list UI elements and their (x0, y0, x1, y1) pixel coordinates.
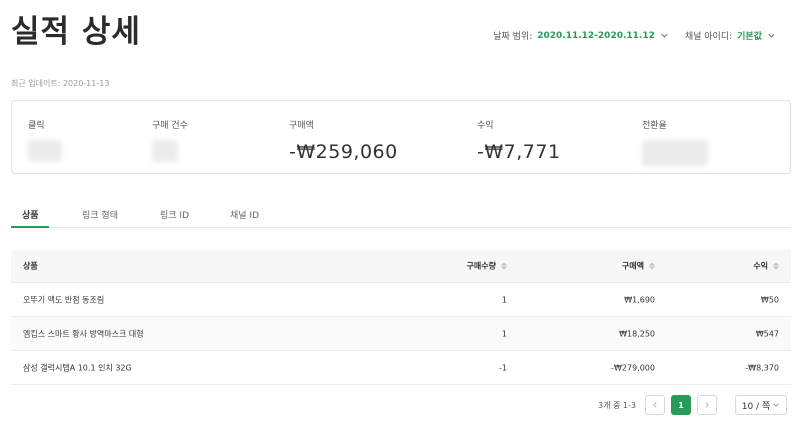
pagination: 3개 중 1-3 1 10 / 쪽 (598, 395, 787, 415)
tab-bar: 상품 링크 형태 링크 ID 채널 ID (11, 200, 791, 228)
chevron-down-icon[interactable] (767, 31, 776, 40)
table-header: 상품 구매수량 구매액 수익 (11, 250, 791, 283)
chevron-down-icon[interactable] (660, 31, 669, 40)
chevron-left-icon (653, 402, 657, 408)
cell-amount: -₩279,000 (611, 363, 655, 372)
blurred-value (28, 140, 62, 162)
page-title: 실적 상세 (11, 14, 141, 50)
filter-bar: 날짜 범위: 2020.11.12-2020.11.12 채널 아이디: 기본값 (477, 29, 776, 42)
metric-conversion: 전환율 (642, 118, 708, 166)
header-qty-label: 구매수량 (466, 261, 496, 271)
cell-product: 엠킵스 스마트 황사 방역마스크 대형 (23, 329, 144, 338)
metric-orders: 구매 건수 (152, 118, 188, 162)
header-revenue-label: 수익 (753, 261, 768, 271)
cell-revenue: ₩547 (755, 329, 779, 338)
cell-amount: ₩18,250 (619, 329, 655, 338)
metric-label: 구매액 (289, 121, 314, 131)
cell-qty: 1 (501, 329, 507, 338)
cell-revenue: -₩8,370 (745, 363, 779, 372)
cell-qty: -1 (499, 363, 507, 372)
chevron-right-icon (705, 402, 709, 408)
tab-link-id[interactable]: 링크 ID (160, 208, 189, 221)
cell-amount: ₩1,690 (624, 295, 655, 304)
date-range-filter[interactable]: 날짜 범위: 2020.11.12-2020.11.12 (493, 29, 669, 42)
metric-clicks: 클릭 (28, 118, 62, 162)
header-product: 상품 (23, 261, 38, 271)
sort-icon[interactable] (501, 262, 507, 270)
cell-product: 오뚜기 맥도 반점 동조림 (23, 295, 105, 304)
header-qty[interactable]: 구매수량 (467, 261, 507, 272)
table-row: 엠킵스 스마트 황사 방역마스크 대형 1 ₩18,250 ₩547 (11, 317, 791, 351)
metric-label: 전환율 (642, 121, 667, 131)
active-tab-indicator (11, 226, 49, 228)
table-row: 삼성 갤럭시탭A 10.1 인치 32G -1 -₩279,000 -₩8,37… (11, 351, 791, 385)
metric-value: -₩7,771 (477, 141, 561, 163)
metric-revenue: 수익 -₩7,771 (477, 118, 561, 163)
date-range-value[interactable]: 2020.11.12-2020.11.12 (537, 31, 655, 41)
results-table: 상품 구매수량 구매액 수익 오뚜기 맥도 반점 동조림 1 ₩1,690 ₩5… (11, 250, 791, 385)
tab-link-type[interactable]: 링크 형태 (82, 208, 118, 221)
channel-label: 채널 아이디: (684, 32, 733, 42)
cell-qty: 1 (501, 295, 507, 304)
metric-value: -₩259,060 (289, 141, 398, 163)
next-page-button[interactable] (697, 395, 717, 415)
last-updated: 최근 업데이트: 2020-11-13 (11, 79, 110, 88)
header-amount[interactable]: 구매액 (622, 261, 655, 272)
summary-card: 클릭 구매 건수 구매액 -₩259,060 수익 -₩7,771 전환율 (11, 100, 791, 174)
sort-icon[interactable] (649, 262, 655, 270)
blurred-value (642, 140, 708, 166)
date-range-label: 날짜 범위: (493, 32, 533, 42)
pagination-total: 3개 중 1-3 (598, 400, 636, 410)
tab-channel-id[interactable]: 채널 ID (230, 208, 259, 221)
blurred-value (152, 140, 178, 162)
table-row: 오뚜기 맥도 반점 동조림 1 ₩1,690 ₩50 (11, 283, 791, 317)
channel-value[interactable]: 기본값 (737, 29, 762, 42)
channel-filter[interactable]: 채널 아이디: 기본값 (685, 29, 776, 42)
metric-label: 구매 건수 (152, 121, 188, 131)
table-body: 오뚜기 맥도 반점 동조림 1 ₩1,690 ₩50 엠킵스 스마트 황사 방역… (11, 283, 791, 385)
metric-label: 수익 (477, 121, 494, 131)
page-size-select[interactable]: 10 / 쪽 (735, 395, 787, 415)
metric-amount: 구매액 -₩259,060 (289, 118, 398, 163)
cell-revenue: ₩50 (760, 295, 779, 304)
page-button-current[interactable]: 1 (671, 395, 691, 415)
sort-icon[interactable] (773, 262, 779, 270)
chevron-down-icon (773, 403, 779, 407)
cell-product: 삼성 갤럭시탭A 10.1 인치 32G (23, 363, 132, 372)
header-amount-label: 구매액 (621, 261, 644, 271)
prev-page-button[interactable] (645, 395, 665, 415)
tab-product[interactable]: 상품 (22, 208, 39, 221)
page-size-value: 10 / 쪽 (741, 401, 771, 412)
header-revenue[interactable]: 수익 (753, 261, 779, 272)
metric-label: 클릭 (28, 121, 45, 131)
